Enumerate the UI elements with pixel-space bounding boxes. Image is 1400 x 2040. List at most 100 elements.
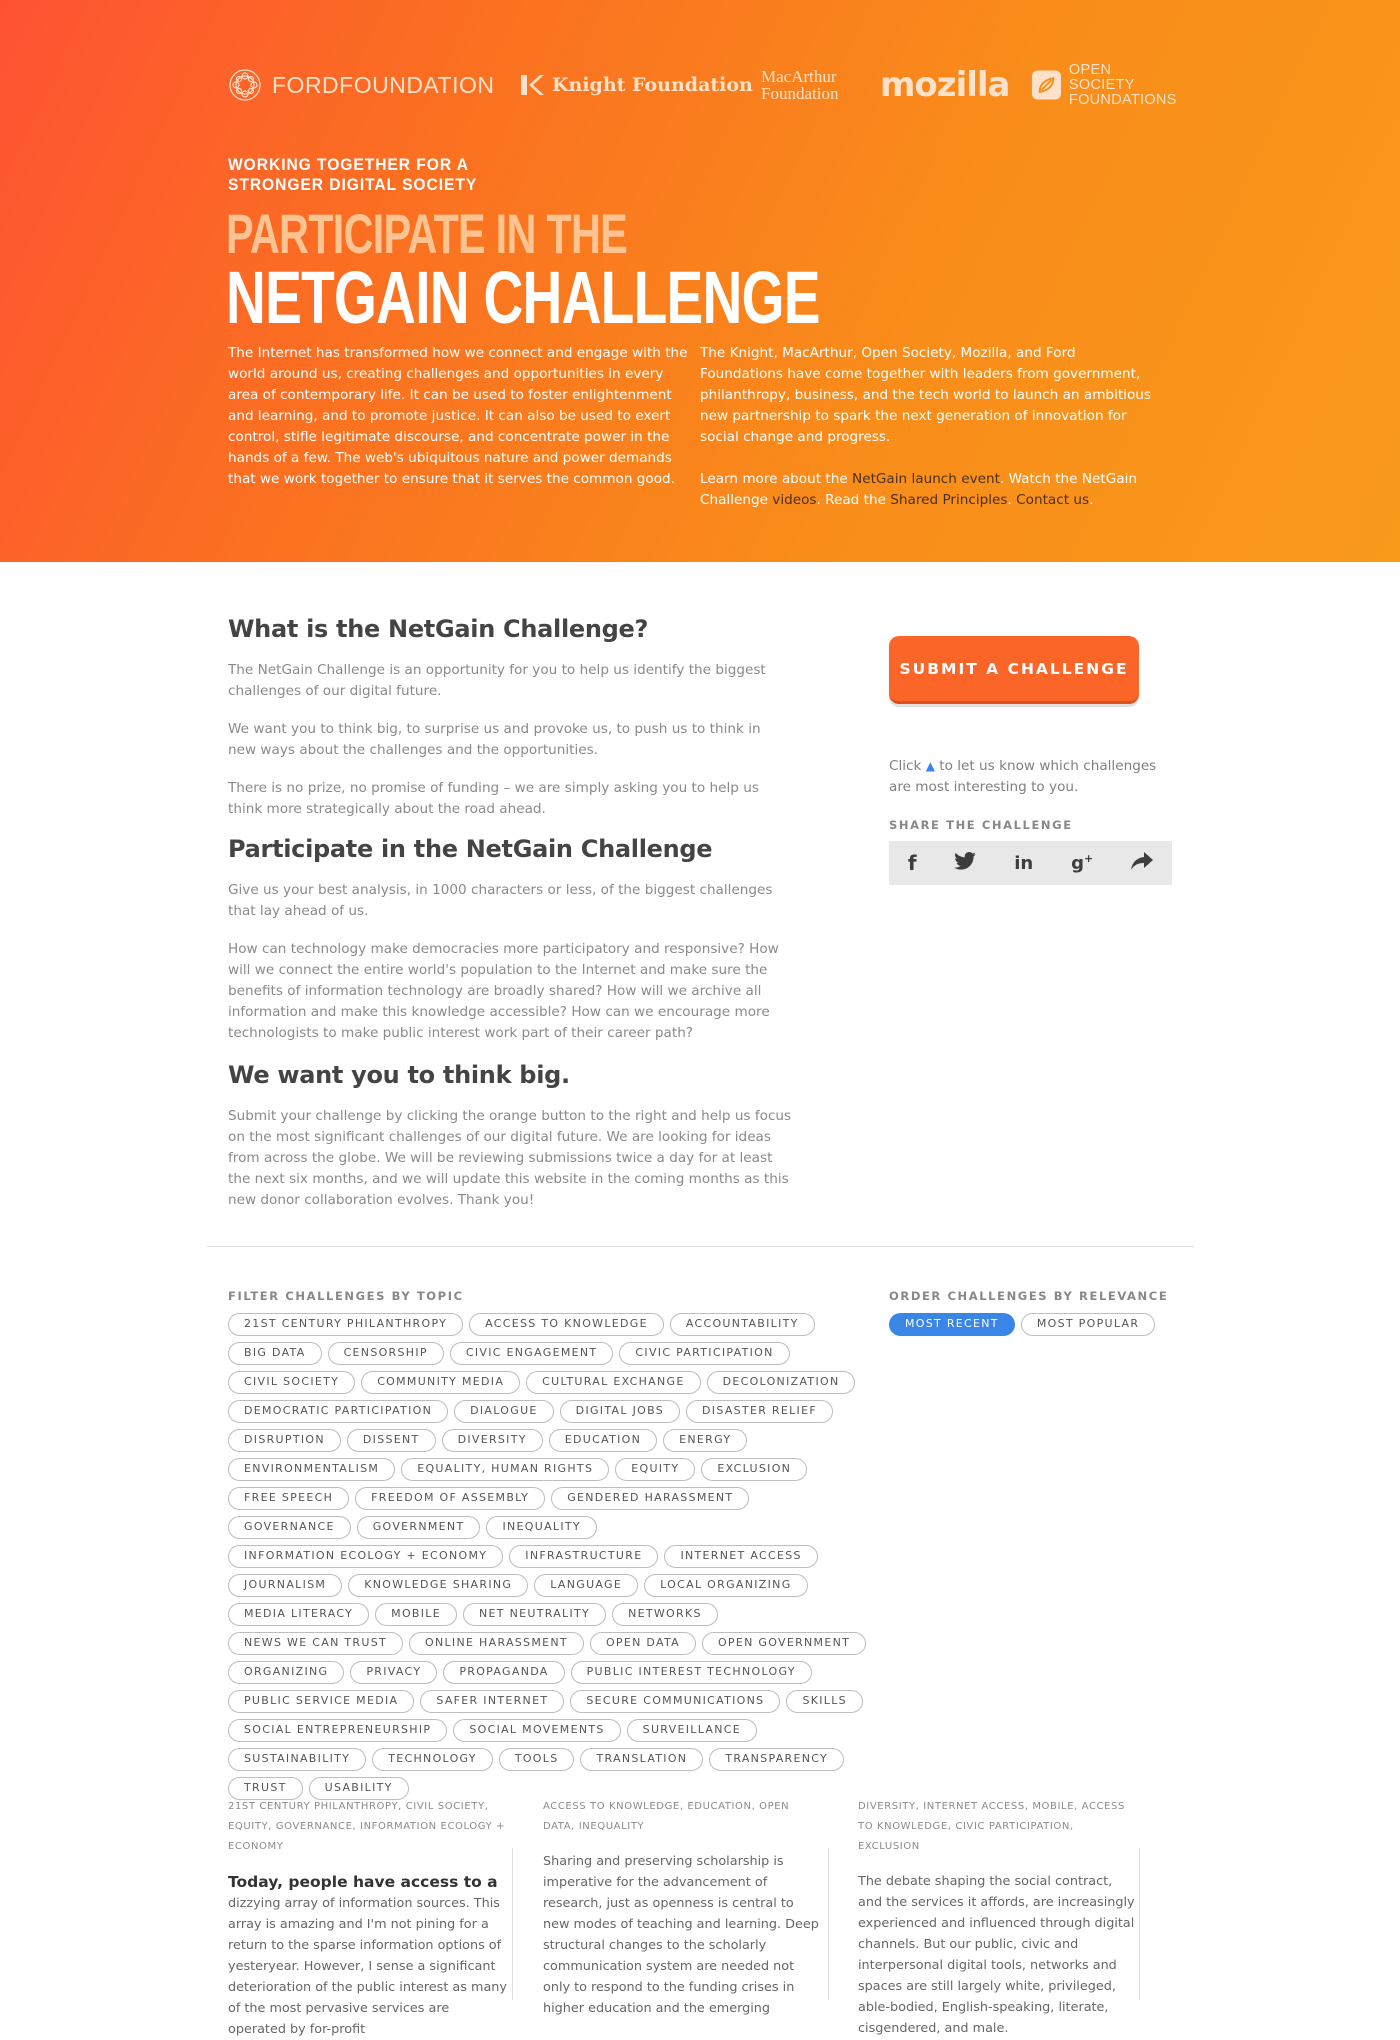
- section-heading-think-big: We want you to think big.: [228, 1061, 570, 1089]
- card-topics: ACCESS TO KNOWLEDGE, EDUCATION, OPEN DAT…: [543, 1801, 790, 1832]
- topic-tag[interactable]: Equity: [615, 1458, 696, 1481]
- topic-tag[interactable]: Access to Knowledge: [469, 1313, 664, 1336]
- topic-tag[interactable]: Networks: [612, 1603, 718, 1626]
- topic-tag[interactable]: Community Media: [361, 1371, 521, 1394]
- challenge-card[interactable]: 21ST CENTURY PHILANTHROPY, CIVIL SOCIETY…: [228, 1797, 508, 2040]
- topic-tag[interactable]: Social Movements: [453, 1719, 621, 1742]
- topic-tag[interactable]: 21st Century Philanthropy: [228, 1313, 464, 1336]
- contact-us-link[interactable]: Contact us: [1016, 492, 1089, 508]
- topic-tag[interactable]: Digital Jobs: [559, 1400, 681, 1423]
- topic-tag[interactable]: Free Speech: [228, 1487, 350, 1510]
- topic-tag[interactable]: Secure Communications: [570, 1690, 781, 1713]
- topic-tag[interactable]: Freedom of Assembly: [355, 1487, 546, 1510]
- topic-tag[interactable]: Information Ecology + Economy: [228, 1545, 504, 1568]
- topic-tag[interactable]: Internet Access: [664, 1545, 818, 1568]
- topic-tag[interactable]: Technology: [372, 1748, 493, 1771]
- topic-tag[interactable]: Organizing: [228, 1661, 345, 1684]
- topic-tag[interactable]: Inequality: [486, 1516, 597, 1539]
- linkedin-icon[interactable]: in: [1014, 853, 1033, 874]
- topic-tag[interactable]: Exclusion: [701, 1458, 808, 1481]
- order-label: ORDER CHALLENGES BY RELEVANCE: [889, 1289, 1169, 1303]
- topic-tag[interactable]: Online Harassment: [409, 1632, 584, 1655]
- facebook-icon[interactable]: f: [908, 851, 917, 875]
- topic-tag[interactable]: Social Entrepreneurship: [228, 1719, 448, 1742]
- para-what-2: We want you to think big, to surprise us…: [228, 721, 761, 758]
- mozilla-logo[interactable]: mozilla: [880, 60, 1010, 110]
- share-icon[interactable]: [1131, 851, 1154, 875]
- card-body: dizzying array of information sources. T…: [228, 1896, 507, 2037]
- topic-tag[interactable]: Environmentalism: [228, 1458, 396, 1481]
- topic-tag[interactable]: Tools: [498, 1748, 575, 1771]
- card-divider: [828, 1848, 829, 2000]
- topic-tag[interactable]: Decolonization: [706, 1371, 856, 1394]
- order-most-recent[interactable]: MOST RECENT: [889, 1313, 1015, 1336]
- topic-tag[interactable]: Privacy: [350, 1661, 438, 1684]
- topic-tag[interactable]: Knowledge Sharing: [348, 1574, 529, 1597]
- hero-intro-left: The Internet has transformed how we conn…: [228, 345, 688, 487]
- topic-tag[interactable]: Censorship: [327, 1342, 444, 1365]
- section-divider: [207, 1246, 1194, 1247]
- filter-topic-label: FILTER CHALLENGES BY TOPIC: [228, 1289, 464, 1303]
- topic-tag[interactable]: Civil Society: [228, 1371, 356, 1394]
- topic-tag[interactable]: Infrastructure: [509, 1545, 659, 1568]
- topic-tag[interactable]: Transparency: [709, 1748, 845, 1771]
- topic-tag[interactable]: Mobile: [375, 1603, 457, 1626]
- topic-tag[interactable]: Sustainability: [228, 1748, 367, 1771]
- topic-tag[interactable]: Dissent: [346, 1429, 436, 1452]
- submit-challenge-button[interactable]: SUBMIT A CHALLENGE: [889, 636, 1139, 704]
- share-label: SHARE THE CHALLENGE: [889, 818, 1073, 832]
- topic-tag[interactable]: News We Can Trust: [228, 1632, 404, 1655]
- topic-tag[interactable]: Democratic Participation: [228, 1400, 449, 1423]
- topic-tag[interactable]: Net Neutrality: [462, 1603, 607, 1626]
- topic-tag[interactable]: Language: [534, 1574, 639, 1597]
- topic-tag[interactable]: Open Data: [589, 1632, 696, 1655]
- topic-tag-list: 21st Century Philanthropy Access to Knowl…: [228, 1313, 878, 1800]
- topic-tag[interactable]: Public Interest Technology: [570, 1661, 812, 1684]
- shared-principles-link[interactable]: Shared Principles: [890, 492, 1007, 508]
- topic-tag[interactable]: Big Data: [228, 1342, 322, 1365]
- ford-foundation-logo[interactable]: FORDFOUNDATION: [228, 60, 495, 110]
- challenge-card[interactable]: DIVERSITY, INTERNET ACCESS, MOBILE, ACCE…: [858, 1797, 1138, 2039]
- macarthur-foundation-logo[interactable]: MacArthur Foundation: [761, 60, 861, 110]
- topic-tag[interactable]: Media Literacy: [228, 1603, 370, 1626]
- topic-tag[interactable]: Accountability: [669, 1313, 815, 1336]
- topic-tag[interactable]: Governance: [228, 1516, 351, 1539]
- topic-tag[interactable]: Dialogue: [454, 1400, 554, 1423]
- topic-tag[interactable]: Diversity: [441, 1429, 543, 1452]
- topic-tag[interactable]: Skills: [786, 1690, 863, 1713]
- topic-tag[interactable]: Local Organizing: [644, 1574, 808, 1597]
- topic-tag[interactable]: Translation: [580, 1748, 704, 1771]
- google-plus-icon[interactable]: g+: [1071, 852, 1093, 874]
- card-divider: [512, 1848, 513, 2000]
- topic-tag[interactable]: Equality, Human Rights: [401, 1458, 610, 1481]
- topic-tag[interactable]: Government: [356, 1516, 481, 1539]
- upvote-arrow-icon: ▲: [925, 759, 935, 773]
- topic-tag[interactable]: Surveillance: [626, 1719, 757, 1742]
- topic-tag[interactable]: Open Government: [701, 1632, 867, 1655]
- para-think-big: Submit your challenge by clicking the or…: [228, 1108, 792, 1208]
- topic-tag[interactable]: Disruption: [228, 1429, 341, 1452]
- topic-tag[interactable]: Cultural Exchange: [526, 1371, 701, 1394]
- open-society-logo[interactable]: OPEN SOCIETY FOUNDATIONS: [1030, 60, 1178, 110]
- order-most-popular[interactable]: MOST POPULAR: [1020, 1313, 1156, 1336]
- launch-event-link[interactable]: NetGain launch event: [852, 471, 1000, 487]
- order-tag-list: MOST RECENT MOST POPULAR: [889, 1313, 1156, 1336]
- topic-tag[interactable]: Journalism: [228, 1574, 343, 1597]
- learn-prefix: Learn more about the: [700, 471, 853, 487]
- topic-tag[interactable]: Civic Engagement: [449, 1342, 614, 1365]
- topic-tag[interactable]: Safer Internet: [420, 1690, 565, 1713]
- topic-tag[interactable]: Propaganda: [443, 1661, 565, 1684]
- videos-link[interactable]: videos: [772, 492, 816, 508]
- upvote-note-prefix: Click: [889, 758, 922, 774]
- topic-tag[interactable]: Civic Participation: [619, 1342, 790, 1365]
- topic-tag[interactable]: Energy: [663, 1429, 748, 1452]
- section-heading-what: What is the NetGain Challenge?: [228, 615, 649, 643]
- topic-tag[interactable]: Gendered Harassment: [551, 1487, 750, 1510]
- topic-tag[interactable]: Disaster Relief: [686, 1400, 833, 1423]
- topic-tag[interactable]: Education: [548, 1429, 658, 1452]
- share-bar: f in g+: [889, 841, 1172, 885]
- knight-foundation-logo[interactable]: Knight Foundation: [518, 60, 753, 110]
- topic-tag[interactable]: Public Service Media: [228, 1690, 415, 1713]
- twitter-icon[interactable]: [954, 851, 977, 875]
- challenge-card[interactable]: ACCESS TO KNOWLEDGE, EDUCATION, OPEN DAT…: [543, 1797, 823, 2019]
